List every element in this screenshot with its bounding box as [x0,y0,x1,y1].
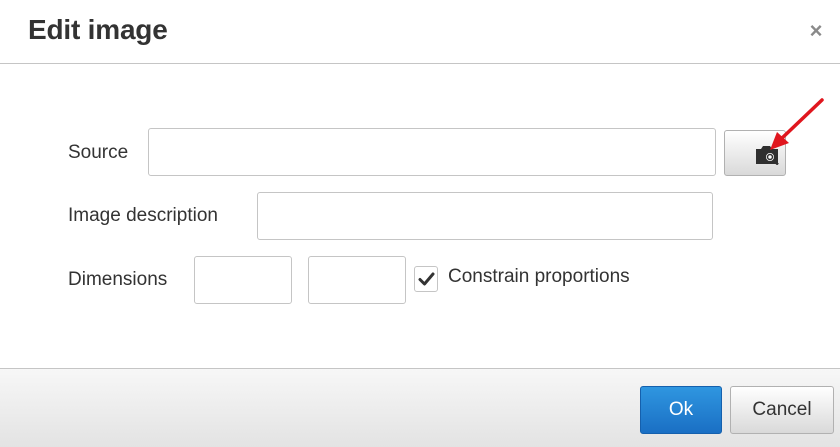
dialog-title: Edit image [28,14,168,45]
source-label: Source [68,142,129,163]
image-browse-icon [756,146,779,165]
dialog-header: Edit image × [0,0,840,64]
cancel-button[interactable]: Cancel [730,386,834,434]
checkmark-icon [418,272,435,286]
description-input[interactable] [257,192,713,240]
close-icon[interactable]: × [804,19,828,43]
height-input[interactable] [308,256,406,304]
constrain-label: Constrain proportions [448,266,630,287]
browse-button[interactable] [724,130,786,176]
dimensions-label: Dimensions [68,269,168,290]
constrain-checkbox[interactable] [414,266,438,292]
edit-image-dialog: Edit image × Source Image description Di… [0,0,840,447]
ok-button[interactable]: Ok [640,386,722,434]
source-input[interactable] [148,128,716,176]
description-label: Image description [68,205,218,226]
width-input[interactable] [194,256,292,304]
